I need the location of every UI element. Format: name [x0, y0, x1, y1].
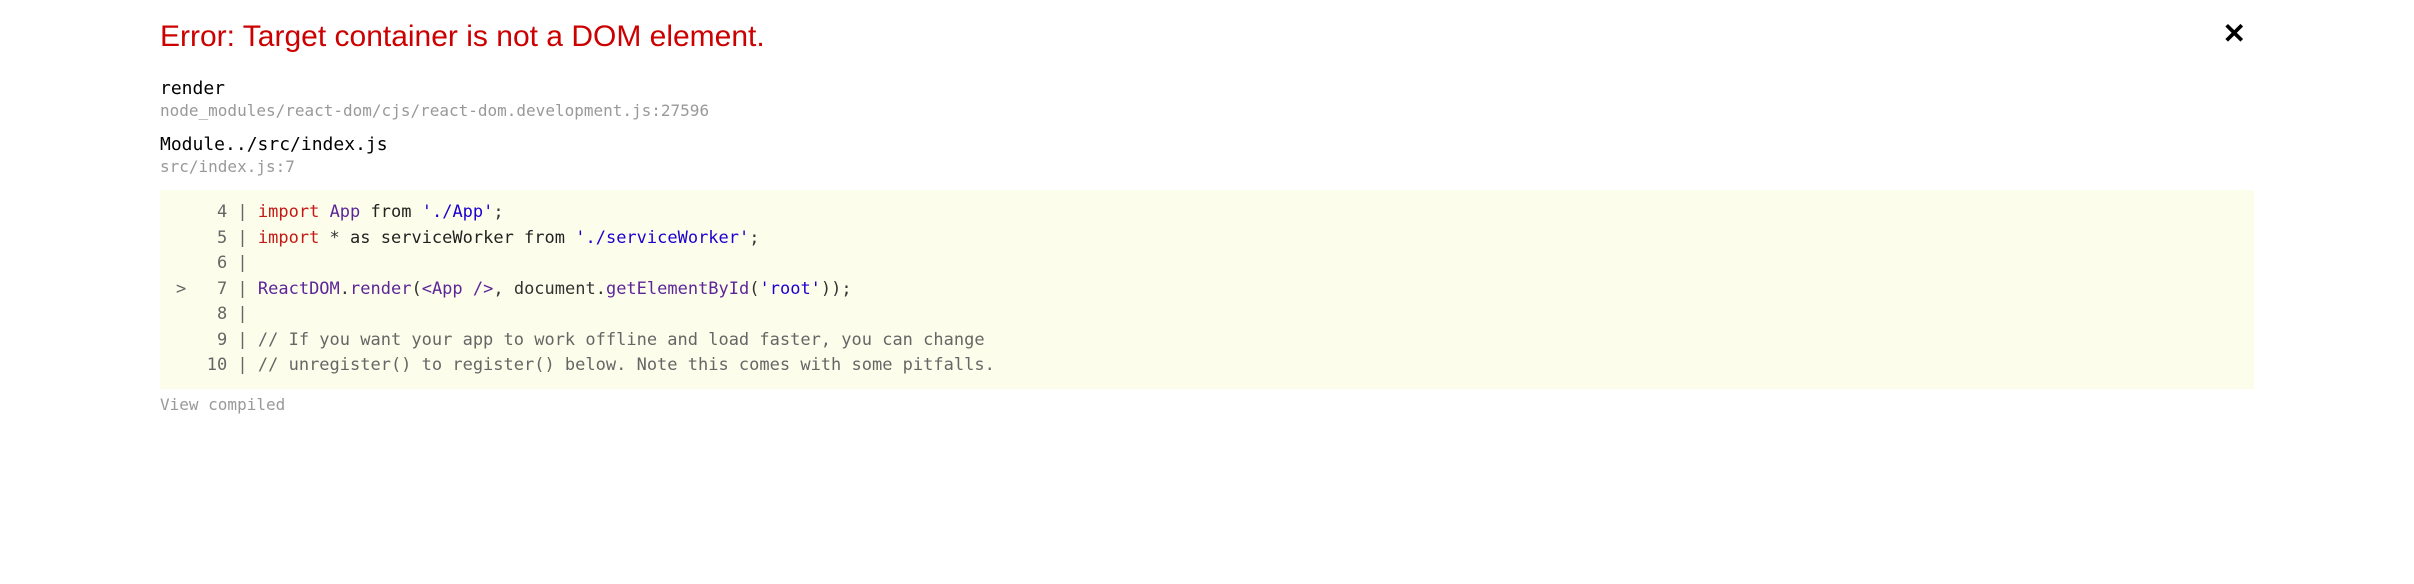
code-line: 4 | import App from './App';: [176, 200, 2238, 226]
code-token: .: [340, 279, 350, 299]
code-line: 8 |: [176, 302, 2238, 328]
code-token: './App': [422, 202, 494, 222]
code-token: ;: [749, 228, 759, 248]
code-token: [319, 202, 329, 222]
code-line: 5 | import * as serviceWorker from './se…: [176, 226, 2238, 252]
line-gutter: 10 |: [176, 353, 258, 379]
code-token: serviceWorker: [371, 228, 525, 248]
code-token: <App />: [422, 279, 494, 299]
line-gutter: 5 |: [176, 226, 258, 252]
error-title: Error: Target container is not a DOM ele…: [160, 20, 765, 54]
code-token: (: [749, 279, 759, 299]
code-token: , document.: [493, 279, 606, 299]
frame-function: render: [160, 78, 2254, 99]
code-token: from: [524, 228, 565, 248]
frame-location[interactable]: src/index.js:7: [160, 157, 2254, 176]
code-token: from: [371, 202, 412, 222]
view-compiled-link[interactable]: View compiled: [160, 395, 2254, 414]
code-token: ;: [493, 202, 503, 222]
line-gutter: 8 |: [176, 302, 258, 328]
code-block: 4 | import App from './App'; 5 | import …: [160, 190, 2254, 389]
code-token: [411, 202, 421, 222]
code-token: render: [350, 279, 411, 299]
frame-function: Module../src/index.js: [160, 134, 2254, 155]
line-gutter: > 7 |: [176, 277, 258, 303]
code-token: // unregister() to register() below. Not…: [258, 355, 995, 375]
code-token: App: [330, 202, 361, 222]
code-line: 9 | // If you want your app to work offl…: [176, 328, 2238, 354]
line-gutter: 9 |: [176, 328, 258, 354]
code-line: > 7 | ReactDOM.render(<App />, document.…: [176, 277, 2238, 303]
code-token: [565, 228, 575, 248]
code-token: './serviceWorker': [575, 228, 749, 248]
code-token: as: [350, 228, 370, 248]
code-token: (: [411, 279, 421, 299]
code-line: 10 | // unregister() to register() below…: [176, 353, 2238, 379]
line-gutter: 4 |: [176, 200, 258, 226]
close-icon[interactable]: ✕: [2215, 20, 2254, 48]
code-line: 6 |: [176, 251, 2238, 277]
code-token: ReactDOM: [258, 279, 340, 299]
code-token: getElementById: [606, 279, 749, 299]
code-token: // If you want your app to work offline …: [258, 330, 985, 350]
code-token: *: [319, 228, 350, 248]
code-token: ));: [821, 279, 852, 299]
stack-frame: render node_modules/react-dom/cjs/react-…: [160, 78, 2254, 120]
error-header: Error: Target container is not a DOM ele…: [160, 20, 2254, 54]
code-token: import: [258, 228, 319, 248]
line-gutter: 6 |: [176, 251, 258, 277]
code-token: import: [258, 202, 319, 222]
frame-location[interactable]: node_modules/react-dom/cjs/react-dom.dev…: [160, 101, 2254, 120]
code-token: 'root': [760, 279, 821, 299]
code-token: [360, 202, 370, 222]
stack-frame: Module../src/index.js src/index.js:7: [160, 134, 2254, 176]
